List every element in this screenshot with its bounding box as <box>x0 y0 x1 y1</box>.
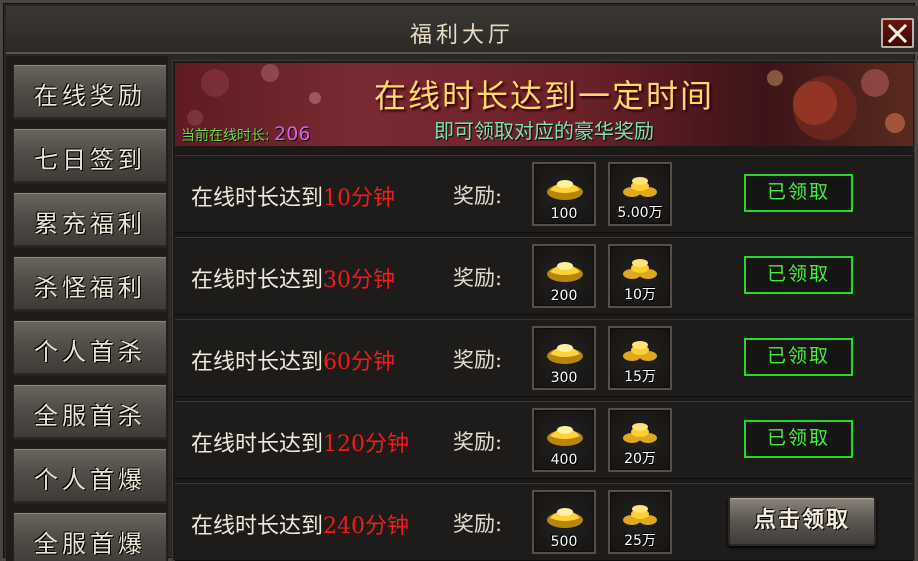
condition-minutes: 120分钟 <box>323 432 410 457</box>
reward-label: 奖励: <box>453 430 503 454</box>
online-time-display: 当前在线时长: 206 <box>181 123 310 145</box>
claimed-status: 已领取 <box>744 420 853 458</box>
claim-reward-button[interactable]: 点击领取 <box>728 496 876 546</box>
online-time-label: 当前在线时长: <box>181 128 270 144</box>
condition-minutes: 60分钟 <box>323 350 396 375</box>
online-reward-banner: 在线时长达到一定时间 即可领取对应的豪华奖励 当前在线时长: 206 <box>175 63 913 146</box>
gold-ingot-icon <box>547 180 583 200</box>
sidebar-item-label: 全服首爆 <box>34 530 146 558</box>
reward-row: 在线时长达到10分钟 奖励: 100 5.00万 已领取 <box>175 155 913 233</box>
item-quantity: 25万 <box>624 533 656 549</box>
item-slot-gold-coins[interactable]: 10万 <box>608 244 672 308</box>
reward-condition: 在线时长达到60分钟 <box>191 344 395 376</box>
sidebar-item-personal-first-drop[interactable]: 个人首爆 <box>13 448 167 504</box>
window-title: 福利大厅 <box>409 23 514 48</box>
sidebar-item-label: 个人首杀 <box>34 338 146 366</box>
gold-ingot-icon <box>547 426 583 446</box>
close-button[interactable] <box>881 18 914 48</box>
close-icon <box>887 23 908 44</box>
condition-prefix: 在线时长达到 <box>191 350 324 375</box>
online-time-value: 206 <box>274 123 311 145</box>
reward-row: 在线时长达到240分钟 奖励: 500 25万 点击领取 <box>175 483 913 561</box>
item-quantity: 10万 <box>624 287 656 303</box>
claimed-status: 已领取 <box>744 338 853 376</box>
item-quantity: 500 <box>550 534 578 550</box>
reward-condition: 在线时长达到30分钟 <box>191 262 395 294</box>
sidebar-item-kill-welfare[interactable]: 杀怪福利 <box>13 256 167 312</box>
item-quantity: 300 <box>550 370 578 386</box>
sidebar-item-label: 杀怪福利 <box>34 274 146 302</box>
condition-prefix: 在线时长达到 <box>191 432 324 457</box>
item-quantity: 200 <box>550 288 578 304</box>
item-slot-gold-coins[interactable]: 15万 <box>608 326 672 390</box>
sidebar-item-label: 全服首杀 <box>34 402 146 430</box>
item-quantity: 15万 <box>624 369 656 385</box>
item-quantity: 20万 <box>624 451 656 467</box>
reward-condition: 在线时长达到120分钟 <box>191 426 409 458</box>
condition-prefix: 在线时长达到 <box>191 268 324 293</box>
item-quantity: 400 <box>550 452 578 468</box>
banner-title: 在线时长达到一定时间 <box>373 77 714 115</box>
reward-label: 奖励: <box>453 348 503 372</box>
reward-panel: 在线时长达到一定时间 即可领取对应的豪华奖励 当前在线时长: 206 在线时长达… <box>172 60 915 561</box>
item-slot-ingot[interactable]: 300 <box>532 326 596 390</box>
gold-ingot-icon <box>547 262 583 282</box>
sidebar-item-personal-first-kill[interactable]: 个人首杀 <box>13 320 167 376</box>
sidebar-item-seven-day-signin[interactable]: 七日签到 <box>13 128 167 184</box>
condition-prefix: 在线时长达到 <box>191 514 324 539</box>
condition-minutes: 30分钟 <box>323 268 396 293</box>
condition-minutes: 240分钟 <box>323 514 410 539</box>
item-slot-gold-coins[interactable]: 5.00万 <box>608 162 672 226</box>
sidebar-item-server-first-kill[interactable]: 全服首杀 <box>13 384 167 440</box>
item-slot-ingot[interactable]: 400 <box>532 408 596 472</box>
sidebar-item-online-reward[interactable]: 在线奖励 <box>13 64 167 120</box>
item-slot-ingot[interactable]: 100 <box>532 162 596 226</box>
gold-coins-icon <box>623 341 657 361</box>
item-quantity: 5.00万 <box>617 205 663 221</box>
reward-row: 在线时长达到120分钟 奖励: 400 20万 已领取 <box>175 401 913 479</box>
reward-row: 在线时长达到30分钟 奖励: 200 10万 已领取 <box>175 237 913 315</box>
item-slot-ingot[interactable]: 200 <box>532 244 596 308</box>
sidebar-item-server-first-drop[interactable]: 全服首爆 <box>13 512 167 561</box>
gold-ingot-icon <box>547 508 583 528</box>
title-bar: 福利大厅 <box>6 6 918 54</box>
sidebar-item-label: 在线奖励 <box>34 82 146 110</box>
gold-coins-icon <box>623 259 657 279</box>
gold-coins-icon <box>623 177 657 197</box>
claimed-status: 已领取 <box>744 174 853 212</box>
sidebar: 在线奖励 七日签到 累充福利 杀怪福利 个人首杀 全服首杀 个人首爆 全服首爆 <box>6 56 168 561</box>
sidebar-item-label: 累充福利 <box>34 210 146 238</box>
gold-coins-icon <box>623 423 657 443</box>
item-slot-gold-coins[interactable]: 25万 <box>608 490 672 554</box>
condition-minutes: 10分钟 <box>323 186 396 211</box>
item-slot-ingot[interactable]: 500 <box>532 490 596 554</box>
reward-label: 奖励: <box>453 266 503 290</box>
sidebar-item-label: 七日签到 <box>34 146 146 174</box>
claimed-status: 已领取 <box>744 256 853 294</box>
condition-prefix: 在线时长达到 <box>191 186 324 211</box>
reward-row: 在线时长达到60分钟 奖励: 300 15万 已领取 <box>175 319 913 397</box>
welfare-hall-window: 福利大厅 在线奖励 七日签到 累充福利 杀怪福利 个人首杀 全服首杀 个人首爆 … <box>0 0 918 561</box>
item-quantity: 100 <box>550 206 578 222</box>
reward-label: 奖励: <box>453 512 503 536</box>
item-slot-gold-coins[interactable]: 20万 <box>608 408 672 472</box>
sidebar-item-recharge-welfare[interactable]: 累充福利 <box>13 192 167 248</box>
gold-coins-icon <box>623 505 657 525</box>
gold-ingot-icon <box>547 344 583 364</box>
reward-condition: 在线时长达到240分钟 <box>191 508 409 540</box>
reward-condition: 在线时长达到10分钟 <box>191 180 395 212</box>
sidebar-item-label: 个人首爆 <box>34 466 146 494</box>
reward-label: 奖励: <box>453 184 503 208</box>
